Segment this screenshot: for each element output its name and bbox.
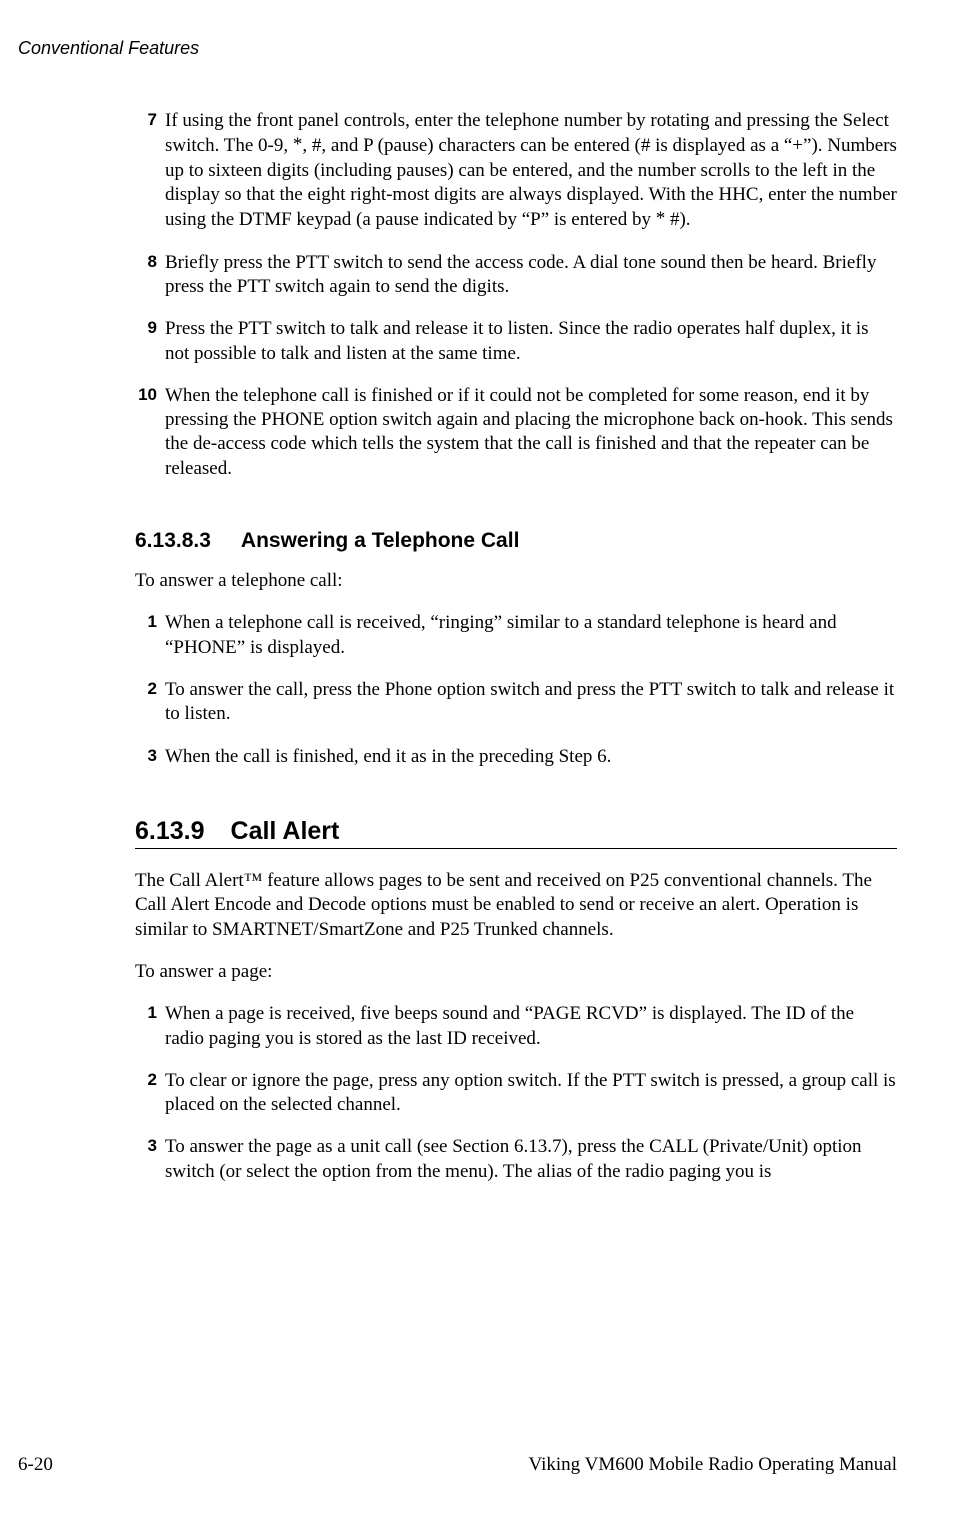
- section-title: Call Alert: [231, 817, 340, 845]
- step-text: If using the front panel controls, enter…: [165, 109, 897, 233]
- step-number: 8: [135, 251, 157, 300]
- step-text: When the telephone call is finished or i…: [165, 384, 897, 481]
- list-item: 8 Briefly press the PTT switch to send t…: [135, 251, 897, 300]
- document-title: Viking VM600 Mobile Radio Operating Manu…: [529, 1454, 897, 1476]
- list-item: 7 If using the front panel controls, ent…: [135, 109, 897, 233]
- step-text: Press the PTT switch to talk and release…: [165, 317, 897, 366]
- step-number: 1: [135, 611, 157, 660]
- section-number: 6.13.9: [135, 817, 205, 846]
- step-number: 10: [135, 384, 157, 481]
- asterisk-symbol: *: [656, 208, 666, 229]
- list-item: 3 To answer the page as a unit call (see…: [135, 1135, 897, 1184]
- section-heading: 6.13.8.3 Answering a Telephone Call: [135, 529, 897, 553]
- step-number: 3: [135, 1135, 157, 1184]
- step-text: When a telephone call is received, “ring…: [165, 611, 897, 660]
- step-text: When a page is received, five beeps soun…: [165, 1002, 897, 1051]
- step-text: To answer the call, press the Phone opti…: [165, 678, 897, 727]
- divider: [135, 848, 897, 849]
- list-item: 1 When a page is received, five beeps so…: [135, 1002, 897, 1051]
- text-fragment: #).: [665, 209, 690, 230]
- list-item: 1 When a telephone call is received, “ri…: [135, 611, 897, 660]
- list-item: 2 To answer the call, press the Phone op…: [135, 678, 897, 727]
- step-number: 7: [135, 109, 157, 233]
- step-text: To answer the page as a unit call (see S…: [165, 1135, 897, 1184]
- step-number: 1: [135, 1002, 157, 1051]
- section-number: 6.13.8.3: [135, 529, 211, 553]
- section-title: Answering a Telephone Call: [241, 529, 520, 552]
- page-footer: 6-20 Viking VM600 Mobile Radio Operating…: [18, 1454, 897, 1476]
- step-text: Briefly press the PTT switch to send the…: [165, 251, 897, 300]
- page-number: 6-20: [18, 1454, 53, 1476]
- step-number: 2: [135, 678, 157, 727]
- step-text: When the call is finished, end it as in …: [165, 745, 897, 769]
- step-text: To clear or ignore the page, press any o…: [165, 1069, 897, 1118]
- section-heading: 6.13.9 Call Alert: [135, 817, 897, 846]
- step-number: 2: [135, 1069, 157, 1118]
- step-number: 9: [135, 317, 157, 366]
- paragraph: The Call Alert™ feature allows pages to …: [135, 869, 897, 942]
- list-item: 10 When the telephone call is finished o…: [135, 384, 897, 481]
- list-item: 2 To clear or ignore the page, press any…: [135, 1069, 897, 1118]
- list-item: 9 Press the PTT switch to talk and relea…: [135, 317, 897, 366]
- list-item: 3 When the call is finished, end it as i…: [135, 745, 897, 769]
- step-number: 3: [135, 745, 157, 769]
- running-header: Conventional Features: [18, 38, 897, 59]
- paragraph: To answer a page:: [135, 960, 897, 984]
- asterisk-symbol: *: [293, 134, 303, 155]
- paragraph: To answer a telephone call:: [135, 569, 897, 593]
